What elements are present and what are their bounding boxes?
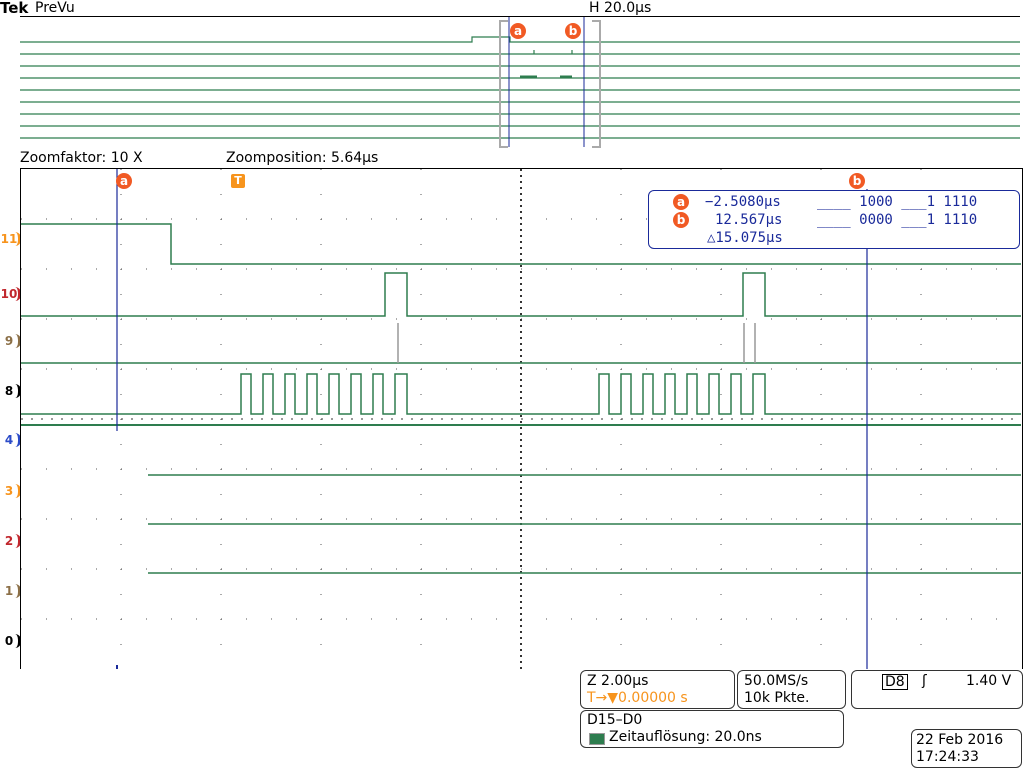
- date-label: 22 Feb 2016: [916, 732, 1004, 748]
- mode-label: PreVu: [35, 0, 75, 16]
- timing-resolution: Zeitauflösung: 20.0ns: [609, 729, 762, 745]
- brand-logo: Tek: [0, 0, 29, 17]
- readout-cursor-b-icon: b: [673, 212, 689, 228]
- readout-cursor-a-icon: a: [673, 194, 689, 210]
- horizontal-scale: H 20.0µs: [589, 0, 652, 16]
- channel-marker-1[interactable]: 1: [0, 584, 21, 598]
- record-length: 10k Pkte.: [744, 690, 810, 706]
- sample-rate: 50.0MS/s: [744, 673, 809, 689]
- cursor-b-icon[interactable]: b: [849, 173, 865, 189]
- channel-marker-2[interactable]: 2: [0, 534, 21, 548]
- trigger-slope-icon: ʃ: [922, 673, 927, 689]
- channel-marker-10[interactable]: 10: [0, 287, 21, 301]
- trigger-position: T→▼0.00000 s: [587, 690, 688, 706]
- cursor-delta: △15.075µs: [707, 230, 783, 246]
- trigger-box[interactable]: D8 ʃ 1.40 V: [851, 670, 1023, 709]
- bus-box[interactable]: D15–D0 Zeitauflösung: 20.0ns: [580, 710, 844, 748]
- preview-overview[interactable]: a b: [20, 16, 1020, 151]
- channel-marker-11[interactable]: 11: [0, 232, 21, 246]
- channel-marker-8[interactable]: 8: [0, 384, 21, 398]
- bus-label: D15–D0: [587, 712, 643, 728]
- trigger-marker-icon[interactable]: T: [231, 174, 245, 188]
- cursor-a-bits: ____ 1000 ___1 1110: [817, 194, 978, 210]
- zoom-factor: Zoomfaktor: 10 X: [20, 150, 143, 166]
- trigger-source: D8: [882, 674, 908, 690]
- zoom-scale-box[interactable]: Z 2.00µs T→▼0.00000 s: [580, 670, 735, 709]
- channel-marker-0[interactable]: 0: [0, 634, 21, 648]
- cursor-readout-panel: a −2.5080µs ____ 1000 ___1 1110 b 12.567…: [648, 190, 1020, 249]
- channel-marker-3[interactable]: 3: [0, 484, 21, 498]
- cursor-a-time: −2.5080µs: [705, 194, 781, 210]
- zoom-scale: Z 2.00µs: [587, 673, 649, 689]
- zoom-position: Zoomposition: 5.64µs: [226, 150, 379, 166]
- cursor-a-icon[interactable]: a: [116, 173, 132, 189]
- acquisition-box[interactable]: 50.0MS/s 10k Pkte.: [737, 670, 846, 709]
- preview-cursor-a-icon[interactable]: a: [510, 23, 526, 39]
- trigger-level: 1.40 V: [966, 673, 1012, 689]
- channel-marker-4[interactable]: 4: [0, 433, 21, 447]
- cursor-b-bits: ____ 0000 ___1 1110: [817, 212, 978, 228]
- timing-resolution-icon: [589, 733, 605, 745]
- channel-marker-9[interactable]: 9: [0, 334, 21, 348]
- preview-cursor-b-icon[interactable]: b: [565, 23, 581, 39]
- cursor-b-time: 12.567µs: [715, 212, 783, 228]
- time-label: 17:24:33: [916, 749, 979, 765]
- datetime-box: 22 Feb 2016 17:24:33: [911, 729, 1022, 768]
